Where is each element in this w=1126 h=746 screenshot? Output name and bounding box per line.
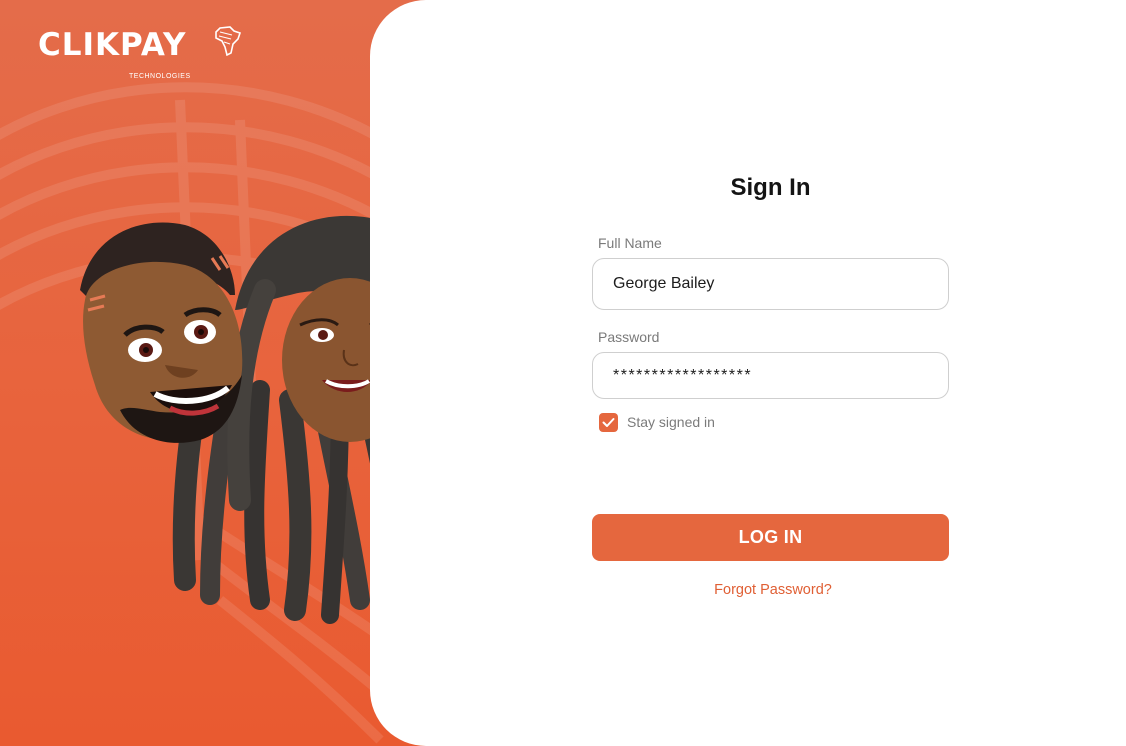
checkbox-checked[interactable] — [599, 412, 618, 432]
login-button[interactable]: LOG IN — [592, 514, 949, 561]
full-name-label: Full Name — [598, 235, 662, 251]
page-title: Sign In — [730, 174, 811, 201]
stay-signed-in-label: Stay signed in — [627, 414, 715, 430]
stay-signed-in-checkbox[interactable]: Stay signed in — [599, 412, 715, 432]
clikpay-logo: CLIKPAY TECHNOLOGIES — [38, 26, 242, 80]
africa-map-icon — [215, 26, 242, 56]
logo-wordmark: CLIKPAY — [38, 27, 187, 63]
full-name-field[interactable] — [592, 258, 949, 310]
checkmark-icon — [602, 417, 615, 427]
password-field[interactable] — [592, 352, 949, 399]
logo-tagline: TECHNOLOGIES — [129, 73, 191, 80]
password-label: Password — [598, 329, 660, 345]
forgot-password-link[interactable]: Forgot Password? — [592, 582, 954, 598]
